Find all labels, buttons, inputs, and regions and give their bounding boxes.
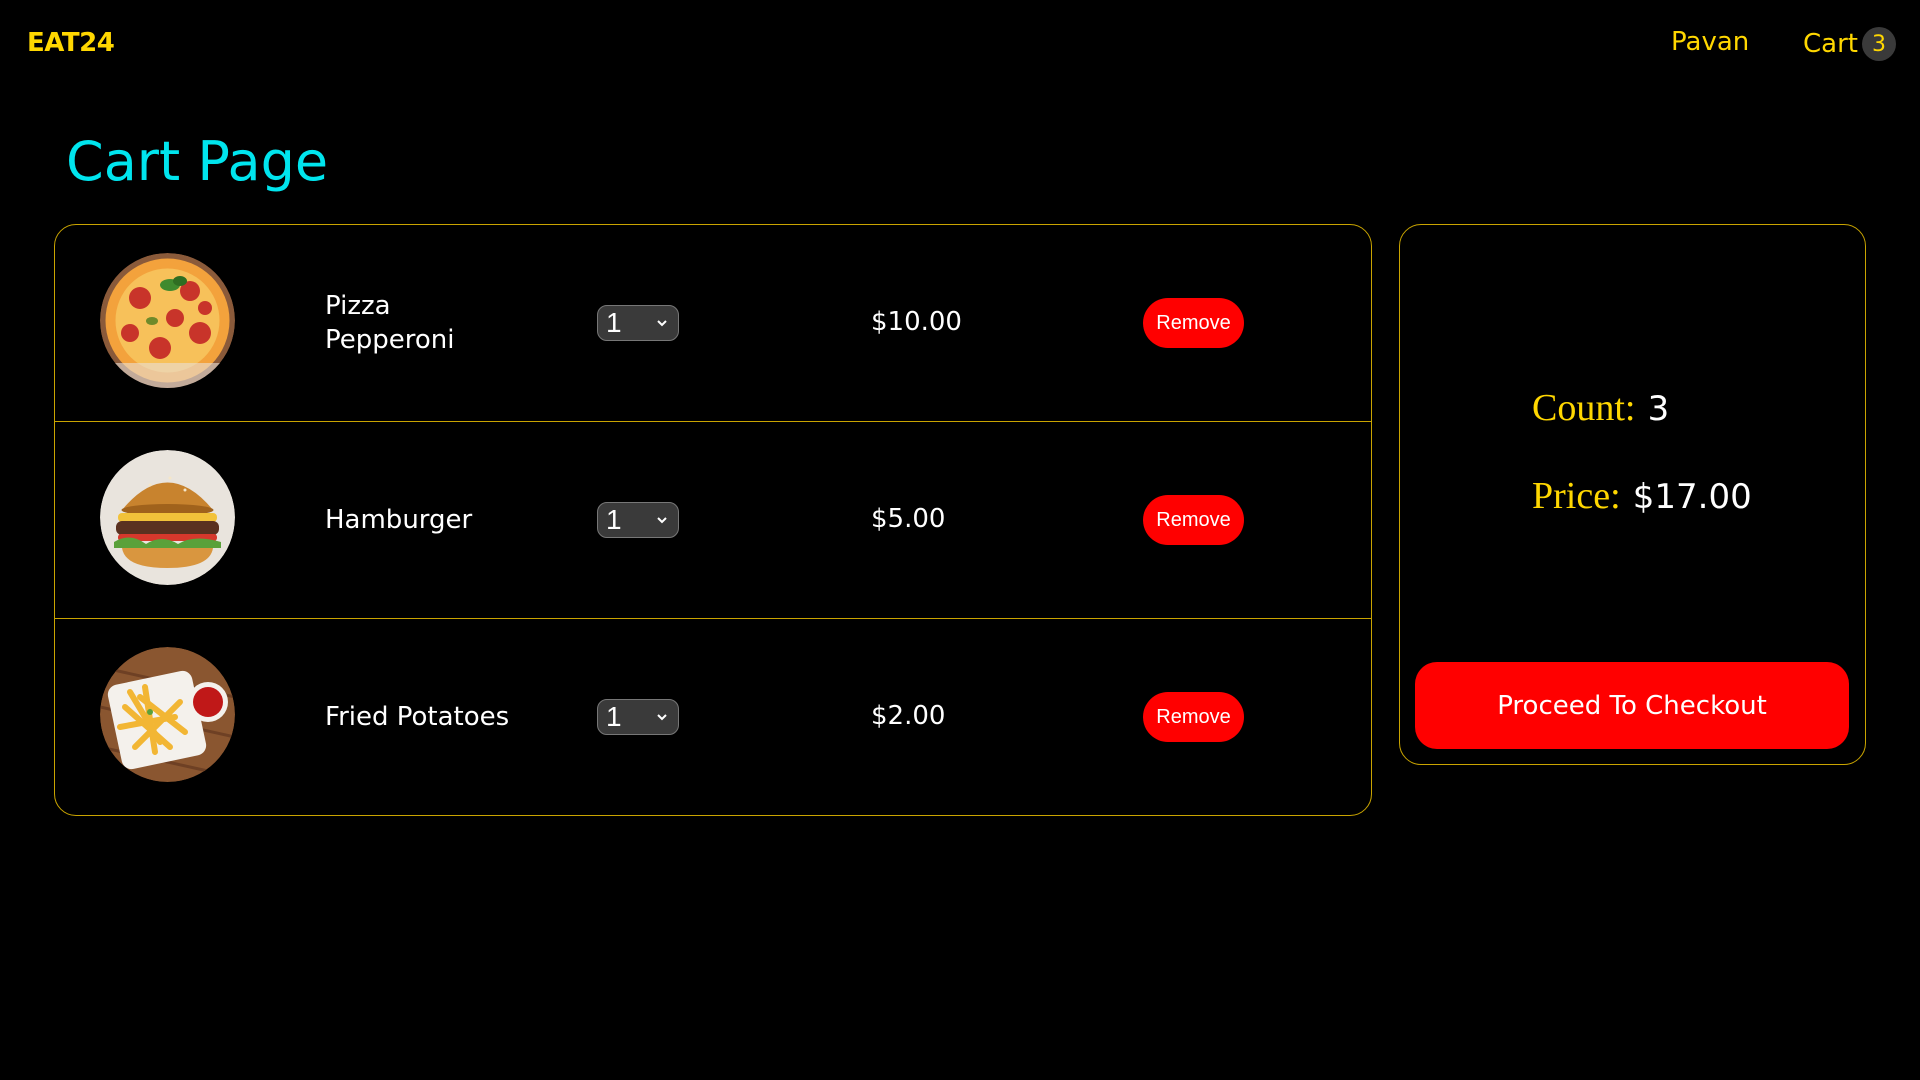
top-navbar: EAT24 Pavan Cart 3 — [0, 0, 1920, 90]
page-title: Cart Page — [66, 130, 329, 193]
quantity-value: 1 — [606, 701, 622, 732]
chevron-down-icon — [657, 714, 667, 721]
item-name: Pizza Pepperoni — [325, 291, 455, 355]
fried-potatoes-image — [100, 647, 235, 782]
cart-item-row: Fried Potatoes 1 $2.00 Remove — [55, 619, 1371, 815]
chevron-down-icon — [657, 517, 667, 524]
item-price: $10.00 — [871, 307, 962, 337]
count-value: 3 — [1647, 389, 1670, 429]
hamburger-image — [100, 450, 235, 585]
summary-count: Count: 3 — [1532, 385, 1669, 430]
cart-link[interactable]: Cart 3 — [1803, 27, 1896, 61]
cart-items-panel: Pizza Pepperoni 1 $10.00 Remove Hamburge… — [54, 224, 1372, 816]
remove-button[interactable]: Remove — [1143, 692, 1244, 742]
count-label: Count: — [1532, 387, 1636, 429]
price-label: Price: — [1532, 475, 1621, 517]
item-price: $5.00 — [871, 504, 946, 534]
cart-item-row: Hamburger 1 $5.00 Remove — [55, 422, 1371, 619]
cart-summary-panel: Count: 3 Price: $17.00 Proceed To Checko… — [1399, 224, 1866, 765]
cart-count-badge: 3 — [1861, 27, 1896, 61]
quantity-value: 1 — [606, 504, 622, 535]
pizza-image — [100, 253, 235, 388]
item-name: Fried Potatoes — [325, 702, 510, 732]
summary-price: Price: $17.00 — [1532, 473, 1752, 518]
quantity-select[interactable]: 1 — [597, 699, 679, 735]
cart-link-label: Cart — [1803, 29, 1858, 59]
item-name: Hamburger — [325, 505, 473, 535]
remove-button[interactable]: Remove — [1143, 495, 1244, 545]
price-value: $17.00 — [1632, 477, 1752, 517]
checkout-button[interactable]: Proceed To Checkout — [1415, 662, 1849, 749]
quantity-select[interactable]: 1 — [597, 305, 679, 341]
quantity-value: 1 — [606, 307, 622, 338]
user-menu-link[interactable]: Pavan — [1671, 27, 1749, 57]
brand-logo[interactable]: EAT24 — [27, 28, 115, 58]
item-price: $2.00 — [871, 701, 946, 731]
remove-button[interactable]: Remove — [1143, 298, 1244, 348]
quantity-select[interactable]: 1 — [597, 502, 679, 538]
cart-item-row: Pizza Pepperoni 1 $10.00 Remove — [55, 225, 1371, 422]
chevron-down-icon — [657, 320, 667, 327]
